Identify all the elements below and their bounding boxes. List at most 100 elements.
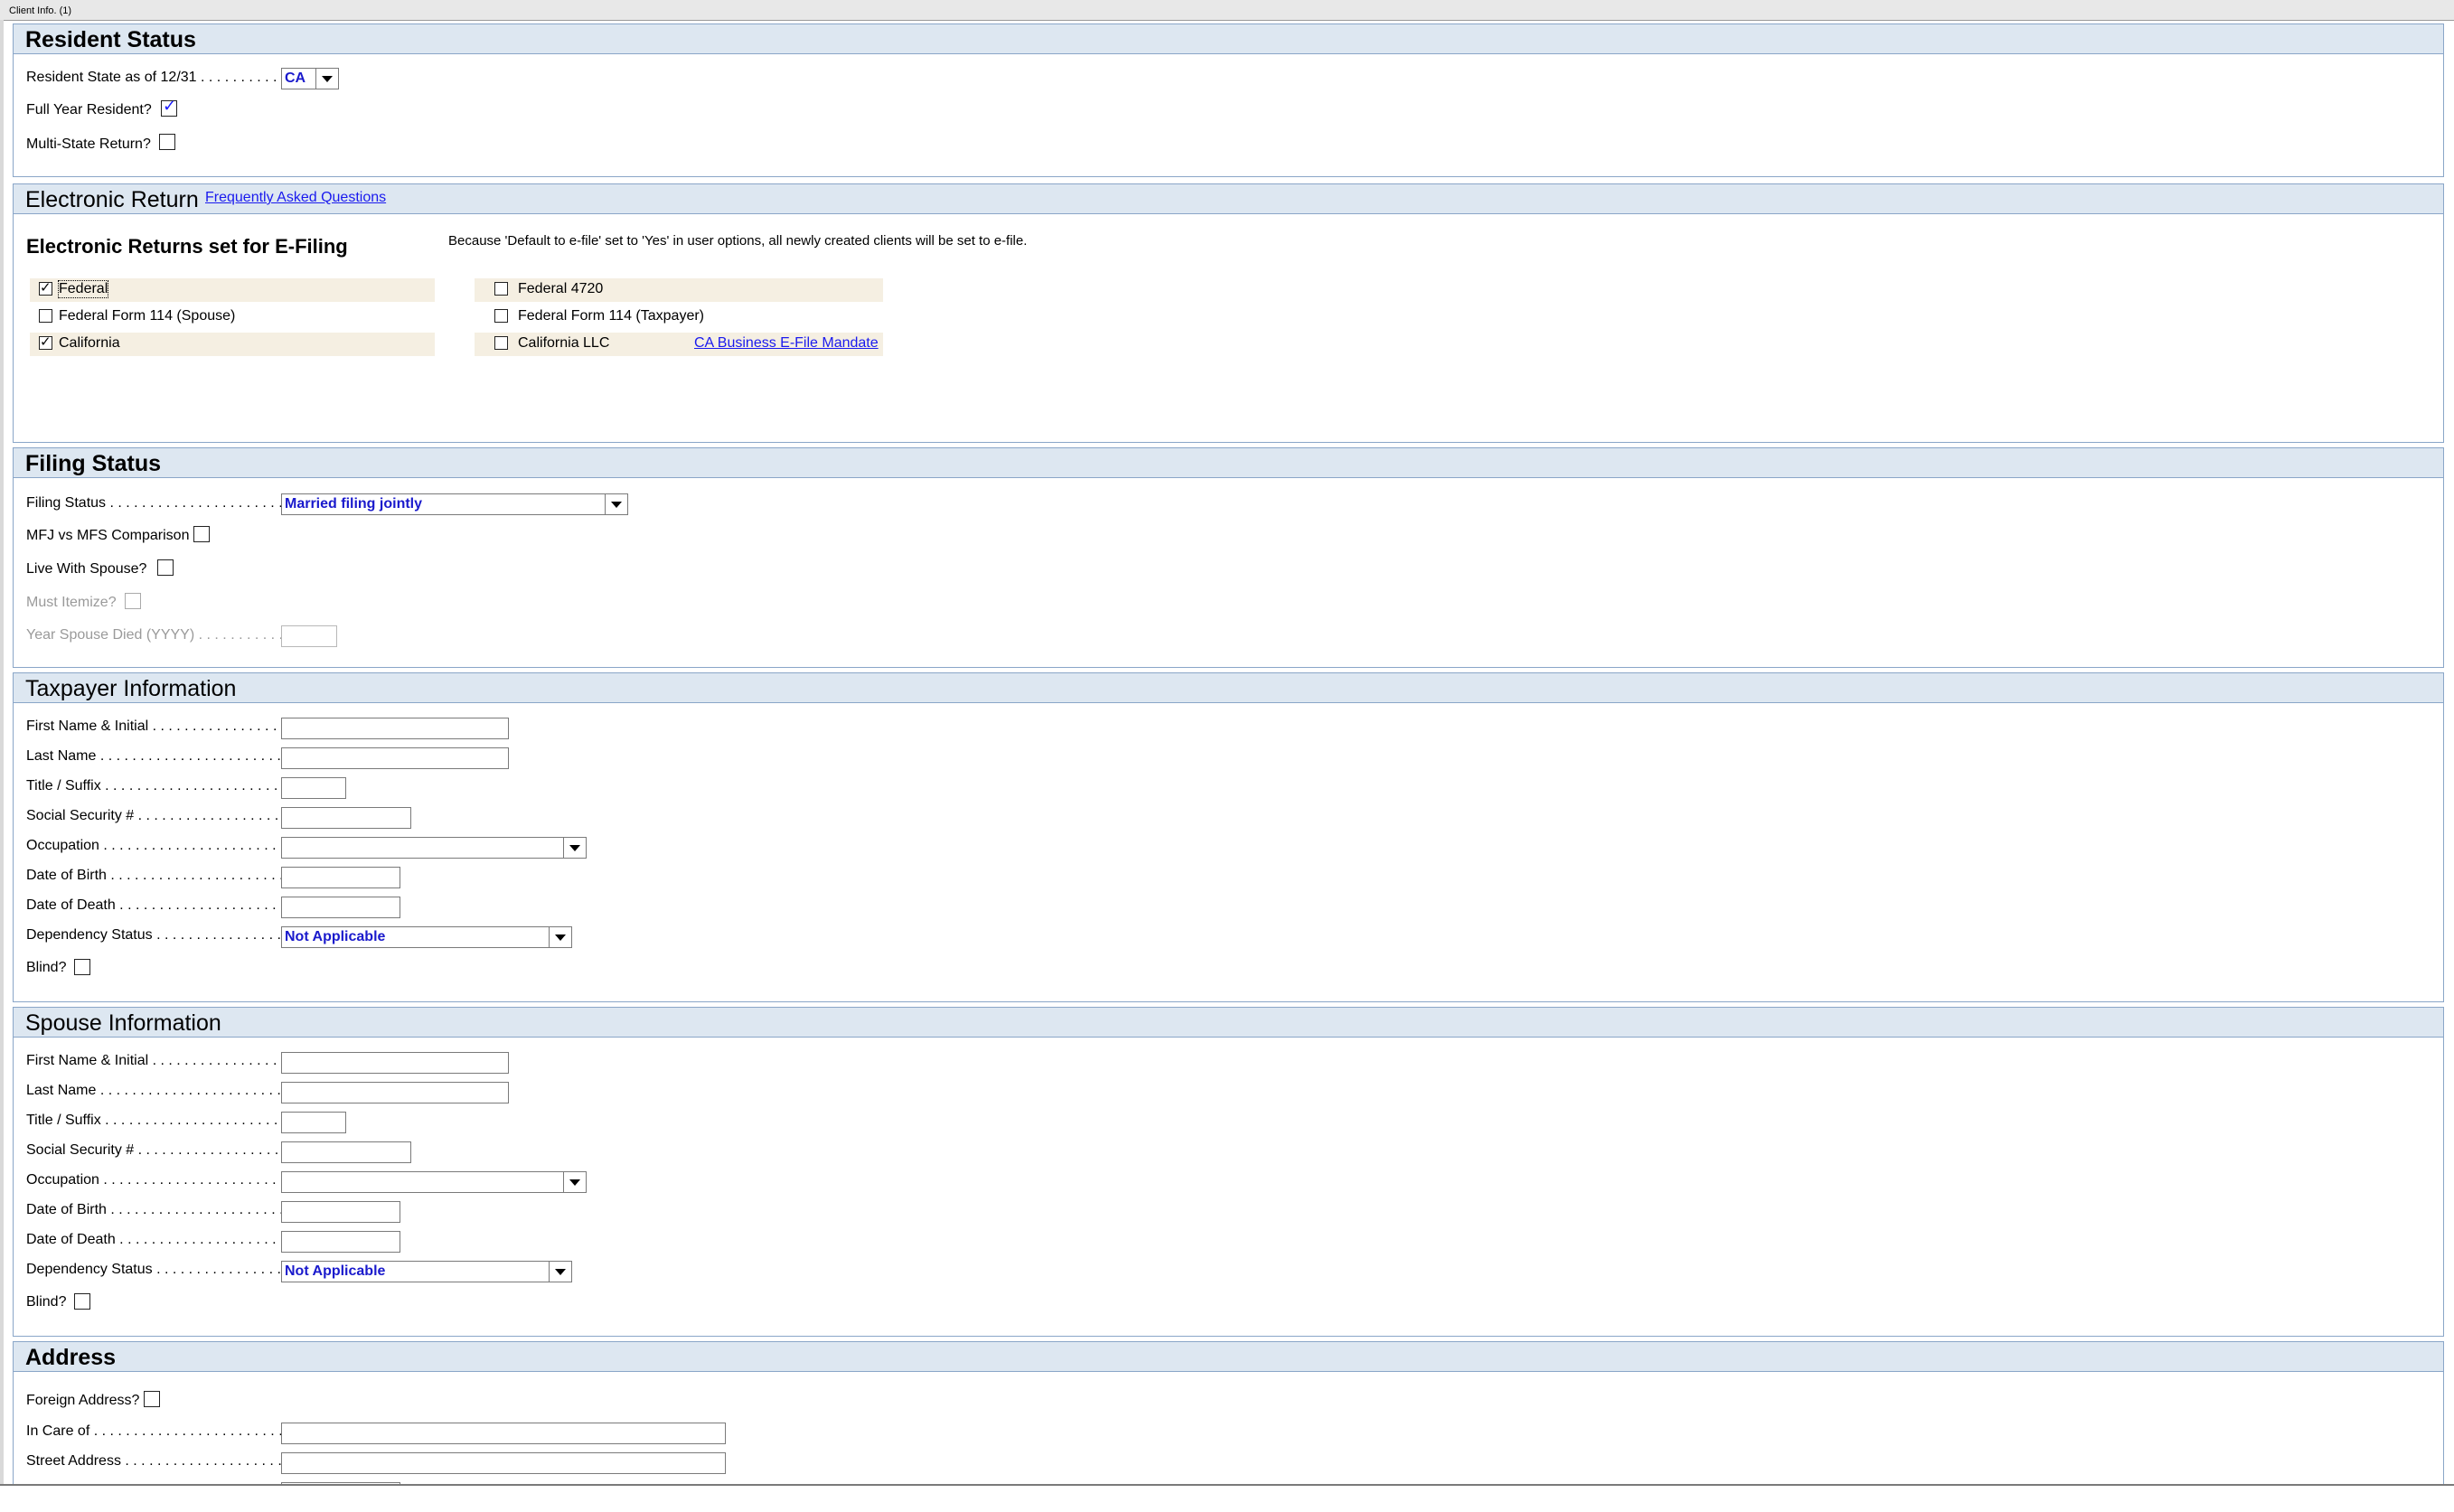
efile-item-federal[interactable]: ✓ Federal — [30, 278, 435, 302]
federal-114-spouse-label: Federal Form 114 (Spouse) — [59, 308, 236, 324]
filing-status-select[interactable]: Married filing jointly — [281, 493, 628, 515]
sp-title-suffix-field[interactable] — [281, 1112, 346, 1133]
federal-4720-checkbox[interactable] — [494, 282, 508, 296]
federal-4720-label: Federal 4720 — [518, 281, 604, 296]
section-title: Electronic Return — [25, 187, 199, 212]
tp-blind-label: Blind? — [26, 960, 67, 975]
tp-ssn-field[interactable] — [281, 807, 411, 829]
efile-item-federal-114-spouse[interactable]: Federal Form 114 (Spouse) — [30, 305, 435, 329]
sp-ssn-label: Social Security # . . . . . . . . . . . … — [26, 1142, 287, 1158]
tp-dob-field[interactable] — [281, 867, 400, 888]
live-with-spouse-checkbox[interactable] — [157, 559, 174, 576]
efile-note: Because 'Default to e-file' set to 'Yes'… — [448, 233, 1028, 249]
spouse-section: Spouse Information First Name & Initial … — [13, 1007, 2444, 1337]
full-year-label: Full Year Resident? — [26, 102, 152, 117]
federal-114-taxpayer-label: Federal Form 114 (Taxpayer) — [518, 308, 704, 324]
tp-blind-checkbox[interactable] — [74, 959, 90, 975]
sp-dependency-select[interactable]: Not Applicable — [281, 1261, 572, 1282]
chevron-down-icon[interactable] — [549, 927, 571, 947]
california-checkbox[interactable]: ✓ — [39, 333, 52, 350]
sp-dependency-value: Not Applicable — [285, 1263, 386, 1279]
foreign-address-checkbox[interactable] — [144, 1391, 160, 1407]
chevron-down-icon[interactable] — [549, 1262, 571, 1282]
efile-item-federal-4720[interactable]: Federal 4720 — [475, 278, 883, 302]
tp-last-name-field[interactable] — [281, 747, 509, 769]
sp-blind-label: Blind? — [26, 1294, 67, 1310]
checkmark-icon: ✓ — [163, 97, 177, 116]
tp-title-suffix-label: Title / Suffix . . . . . . . . . . . . .… — [26, 778, 287, 794]
must-itemize-checkbox — [125, 593, 141, 609]
california-llc-checkbox[interactable] — [494, 336, 508, 350]
section-header: Filing Status — [14, 448, 2443, 478]
chevron-down-icon[interactable] — [605, 494, 627, 514]
chevron-down-icon[interactable] — [315, 69, 338, 89]
filing-status-section: Filing Status Filing Status . . . . . . … — [13, 447, 2444, 668]
sp-occupation-select[interactable] — [281, 1171, 587, 1193]
chevron-down-icon[interactable] — [563, 838, 586, 858]
sp-title-suffix-label: Title / Suffix . . . . . . . . . . . . .… — [26, 1113, 287, 1128]
tp-title-suffix-field[interactable] — [281, 777, 346, 799]
efile-item-federal-114-taxpayer[interactable]: Federal Form 114 (Taxpayer) — [475, 305, 883, 329]
section-title: Spouse Information — [25, 1010, 221, 1036]
taxpayer-section: Taxpayer Information First Name & Initia… — [13, 672, 2444, 1002]
federal-label: Federal — [57, 280, 109, 298]
year-spouse-died-label: Year Spouse Died (YYYY) . . . . . . . . … — [26, 627, 287, 643]
tp-dod-field[interactable] — [281, 897, 400, 918]
window-tab-title[interactable]: Client Info. (1) — [9, 5, 71, 16]
section-header: Resident Status — [14, 24, 2443, 54]
multi-state-label: Multi-State Return? — [26, 136, 151, 152]
year-spouse-died-field — [281, 625, 337, 647]
sp-ssn-field[interactable] — [281, 1141, 411, 1163]
federal-114-taxpayer-checkbox[interactable] — [494, 309, 508, 323]
sp-occupation-label: Occupation . . . . . . . . . . . . . . .… — [26, 1172, 287, 1188]
resident-status-section: Resident Status Resident State as of 12/… — [13, 23, 2444, 177]
mfj-checkbox[interactable] — [193, 526, 210, 542]
sp-dob-label: Date of Birth . . . . . . . . . . . . . … — [26, 1202, 287, 1217]
tp-dependency-select[interactable]: Not Applicable — [281, 926, 572, 948]
ca-mandate-link[interactable]: CA Business E-File Mandate — [694, 335, 879, 352]
tp-ssn-label: Social Security # . . . . . . . . . . . … — [26, 808, 287, 823]
california-label: California — [59, 335, 120, 351]
sp-last-name-label: Last Name . . . . . . . . . . . . . . . … — [26, 1083, 287, 1098]
section-header: Spouse Information — [14, 1008, 2443, 1038]
chevron-down-icon[interactable] — [563, 1172, 586, 1192]
resident-state-select[interactable]: CA — [281, 68, 339, 89]
efile-item-california-llc[interactable]: California LLC CA Business E-File Mandat… — [475, 333, 883, 356]
tp-first-name-label: First Name & Initial . . . . . . . . . .… — [26, 718, 287, 734]
filing-status-label: Filing Status . . . . . . . . . . . . . … — [26, 495, 287, 511]
faq-link[interactable]: Frequently Asked Questions — [205, 190, 386, 206]
tp-occupation-label: Occupation . . . . . . . . . . . . . . .… — [26, 838, 287, 853]
section-header: Taxpayer Information — [14, 673, 2443, 703]
filing-status-value: Married filing jointly — [285, 496, 423, 512]
federal-114-spouse-checkbox[interactable] — [39, 309, 52, 323]
in-care-of-field[interactable] — [281, 1423, 726, 1444]
tp-dod-label: Date of Death . . . . . . . . . . . . . … — [26, 897, 287, 913]
sp-first-name-label: First Name & Initial . . . . . . . . . .… — [26, 1053, 287, 1068]
sp-dob-field[interactable] — [281, 1201, 400, 1223]
efile-item-california[interactable]: ✓ California — [30, 333, 435, 356]
full-year-checkbox[interactable]: ✓ — [161, 97, 177, 117]
mfj-label: MFJ vs MFS Comparison — [26, 528, 190, 543]
tp-dependency-value: Not Applicable — [285, 929, 386, 944]
federal-checkbox[interactable]: ✓ — [39, 279, 52, 296]
status-bar — [0, 1484, 2454, 1512]
address-section: Address Foreign Address? In Care of . . … — [13, 1341, 2444, 1487]
foreign-address-label: Foreign Address? — [26, 1393, 140, 1408]
section-header: Address — [14, 1342, 2443, 1372]
tp-first-name-field[interactable] — [281, 718, 509, 739]
tp-dependency-label: Dependency Status . . . . . . . . . . . … — [26, 927, 287, 943]
checkmark-icon: ✓ — [40, 333, 52, 350]
sp-last-name-field[interactable] — [281, 1082, 509, 1103]
section-title: Address — [25, 1345, 117, 1370]
tp-occupation-select[interactable] — [281, 837, 587, 859]
sp-blind-checkbox[interactable] — [74, 1293, 90, 1310]
must-itemize-label: Must Itemize? — [26, 595, 117, 610]
sp-dod-field[interactable] — [281, 1231, 400, 1253]
street-address-field[interactable] — [281, 1452, 726, 1474]
left-border — [0, 20, 4, 1484]
california-llc-label: California LLC — [518, 335, 610, 351]
live-with-spouse-label: Live With Spouse? — [26, 561, 147, 577]
multi-state-checkbox[interactable] — [159, 134, 175, 150]
resident-state-label: Resident State as of 12/31 . . . . . . .… — [26, 70, 287, 85]
sp-first-name-field[interactable] — [281, 1052, 509, 1074]
